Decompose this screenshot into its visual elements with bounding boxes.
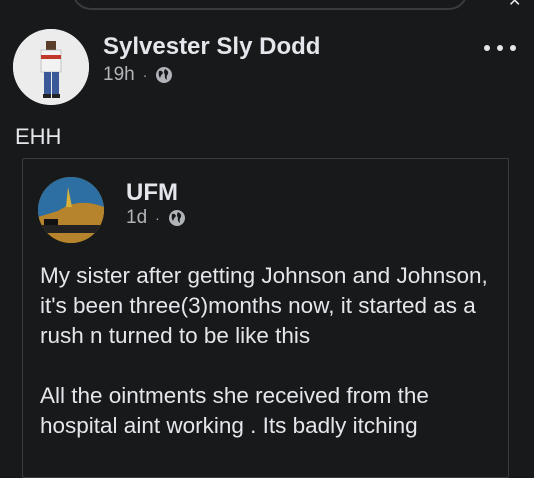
author-name[interactable]: Sylvester Sly Dodd: [103, 33, 320, 61]
post-text: EHH: [15, 124, 62, 149]
post-time[interactable]: 19h: [103, 64, 135, 86]
shared-post-card[interactable]: UFM 1d · My sister after getting Johnson…: [22, 158, 509, 478]
shared-author-name[interactable]: UFM: [126, 179, 178, 207]
shared-post-time[interactable]: 1d: [126, 207, 147, 229]
search-bar[interactable]: [72, 0, 468, 10]
shared-author-avatar[interactable]: [38, 177, 104, 243]
globe-icon: [168, 210, 185, 226]
author-avatar[interactable]: [13, 29, 89, 105]
close-icon[interactable]: ✕: [508, 0, 524, 10]
meta-separator: ·: [142, 67, 148, 83]
shared-post-paragraph: All the ointments she received from the …: [40, 383, 429, 438]
more-options-icon[interactable]: [484, 38, 516, 58]
shared-post-paragraph: My sister after getting Johnson and John…: [40, 263, 488, 348]
shared-post-meta: 1d ·: [126, 207, 186, 229]
shared-post-body: My sister after getting Johnson and John…: [40, 261, 500, 471]
post-meta: 19h ·: [103, 64, 173, 86]
globe-icon: [156, 67, 173, 83]
meta-separator: ·: [155, 210, 160, 226]
